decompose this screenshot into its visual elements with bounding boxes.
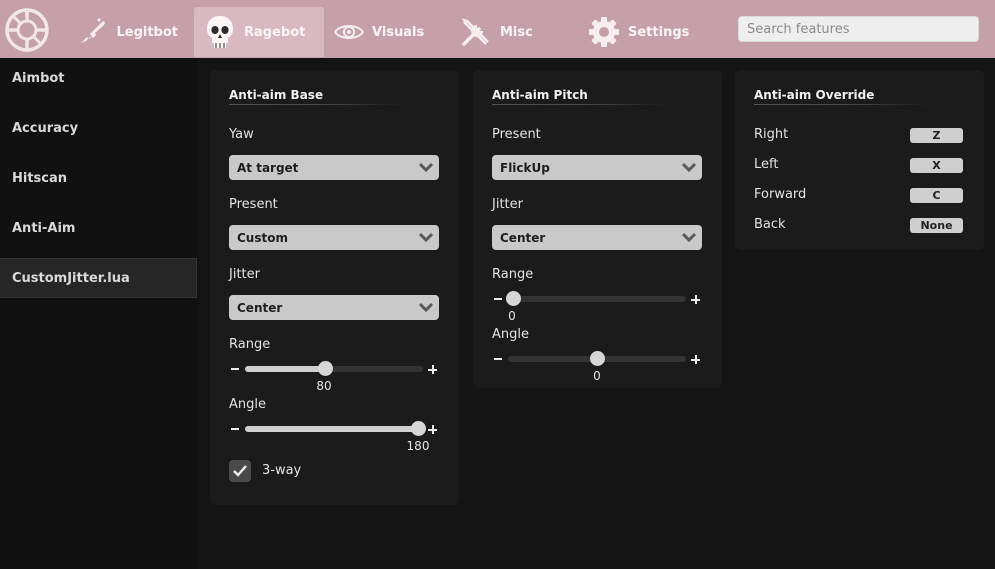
sidebar-item-label: Anti-Aim — [12, 220, 76, 236]
angle-label: Angle — [492, 327, 529, 342]
sidebar-item-label: Accuracy — [12, 120, 79, 136]
title-divider — [229, 104, 404, 105]
sidebar: Aimbot Accuracy Hitscan Anti-Aim CustomJ… — [0, 58, 198, 569]
title-divider — [754, 104, 929, 105]
anti-aim-base-panel: Anti-aim Base Yaw At target Present Cust… — [210, 70, 459, 505]
present-label: Present — [492, 127, 541, 142]
range-label: Range — [492, 267, 534, 282]
tab-misc[interactable]: Misc — [450, 7, 550, 57]
tab-ragebot[interactable]: Ragebot — [194, 7, 324, 57]
angle-increment-icon[interactable] — [691, 355, 700, 364]
override-back-keybind[interactable]: None — [910, 218, 963, 233]
anti-aim-pitch-panel: Anti-aim Pitch Present FlickUp Jitter Ce… — [473, 70, 722, 388]
slider-thumb[interactable] — [590, 351, 605, 366]
override-left-label: Left — [754, 157, 779, 172]
chevron-down-icon — [682, 162, 696, 173]
slider-thumb[interactable] — [411, 421, 426, 436]
tab-settings[interactable]: Settings — [578, 7, 698, 57]
gear-icon — [588, 16, 620, 48]
chevron-down-icon — [419, 162, 433, 173]
range-decrement-icon[interactable] — [231, 368, 239, 370]
override-forward-label: Forward — [754, 187, 807, 202]
pitch-jitter-dropdown-value: Center — [500, 230, 546, 245]
threeway-label: 3-way — [262, 463, 302, 478]
sidebar-item-label: Hitscan — [12, 170, 68, 186]
range-label: Range — [229, 337, 271, 352]
present-dropdown-value: Custom — [237, 230, 288, 245]
jitter-dropdown-value: Center — [237, 300, 283, 315]
range-increment-icon[interactable] — [691, 295, 700, 304]
present-dropdown[interactable]: Custom — [229, 225, 439, 250]
range-value: 80 — [316, 379, 332, 393]
tab-visuals[interactable]: Visuals — [324, 7, 424, 57]
override-forward-keybind[interactable]: C — [910, 188, 963, 203]
sidebar-item-accuracy[interactable]: Accuracy — [0, 108, 197, 148]
range-decrement-icon[interactable] — [494, 298, 502, 300]
title-divider — [492, 104, 667, 105]
sidebar-item-aimbot[interactable]: Aimbot — [0, 58, 197, 98]
tab-settings-label: Settings — [628, 24, 690, 40]
chevron-down-icon — [419, 302, 433, 313]
sidebar-item-label: CustomJitter.lua — [12, 270, 130, 286]
tab-misc-label: Misc — [500, 24, 533, 40]
angle-value: 180 — [406, 439, 430, 453]
jitter-label: Jitter — [229, 267, 260, 282]
yaw-dropdown[interactable]: At target — [229, 155, 439, 180]
pitch-jitter-dropdown[interactable]: Center — [492, 225, 702, 250]
sidebar-item-customjitter[interactable]: CustomJitter.lua — [0, 258, 197, 298]
top-nav-bar: Legitbot Ragebot Visuals Misc Settings S… — [0, 0, 995, 58]
angle-decrement-icon[interactable] — [231, 428, 239, 430]
present-label: Present — [229, 197, 278, 212]
tab-visuals-label: Visuals — [372, 24, 425, 40]
chevron-down-icon — [419, 232, 433, 243]
threeway-checkbox[interactable] — [229, 460, 251, 482]
slider-fill — [508, 356, 597, 362]
angle-increment-icon[interactable] — [428, 425, 437, 434]
pitch-present-dropdown[interactable]: FlickUp — [492, 155, 702, 180]
chevron-down-icon — [682, 232, 696, 243]
panel-title: Anti-aim Override — [754, 88, 875, 102]
pitch-present-dropdown-value: FlickUp — [500, 160, 550, 175]
angle-value: 0 — [593, 369, 601, 383]
slider-thumb[interactable] — [318, 361, 334, 376]
jitter-label: Jitter — [492, 197, 523, 212]
slider-fill — [245, 366, 326, 372]
crosshair-logo-icon[interactable] — [4, 7, 50, 53]
yaw-label: Yaw — [229, 127, 254, 142]
angle-slider[interactable] — [245, 421, 426, 436]
override-left-keybind[interactable]: X — [910, 158, 963, 173]
jitter-dropdown[interactable]: Center — [229, 295, 439, 320]
angle-label: Angle — [229, 397, 266, 412]
sidebar-item-hitscan[interactable]: Hitscan — [0, 158, 197, 198]
tab-ragebot-label: Ragebot — [244, 24, 306, 40]
override-right-keybind[interactable]: Z — [910, 128, 963, 143]
anti-aim-override-panel: Anti-aim Override Right Z Left X Forward… — [735, 70, 984, 250]
skull-icon — [204, 16, 236, 48]
search-input[interactable] — [738, 16, 979, 42]
tab-legitbot-label: Legitbot — [116, 24, 178, 40]
panel-title: Anti-aim Pitch — [492, 88, 588, 102]
range-value: 0 — [508, 309, 516, 323]
slider-fill — [245, 426, 418, 432]
override-right-label: Right — [754, 127, 789, 142]
yaw-dropdown-value: At target — [237, 160, 299, 175]
rifle-icon — [78, 16, 108, 48]
pitch-angle-slider[interactable] — [508, 351, 686, 366]
checkmark-icon — [233, 465, 247, 477]
panel-title: Anti-aim Base — [229, 88, 324, 102]
tools-icon — [460, 16, 492, 48]
sidebar-item-anti-aim[interactable]: Anti-Aim — [0, 208, 197, 248]
override-back-label: Back — [754, 217, 786, 232]
angle-decrement-icon[interactable] — [494, 358, 502, 360]
tab-legitbot[interactable]: Legitbot — [68, 7, 178, 57]
eye-icon — [334, 16, 364, 48]
pitch-range-slider[interactable] — [506, 291, 686, 306]
range-increment-icon[interactable] — [428, 365, 437, 374]
range-slider[interactable] — [245, 361, 423, 376]
sidebar-item-label: Aimbot — [12, 70, 65, 86]
slider-thumb[interactable] — [506, 291, 521, 306]
